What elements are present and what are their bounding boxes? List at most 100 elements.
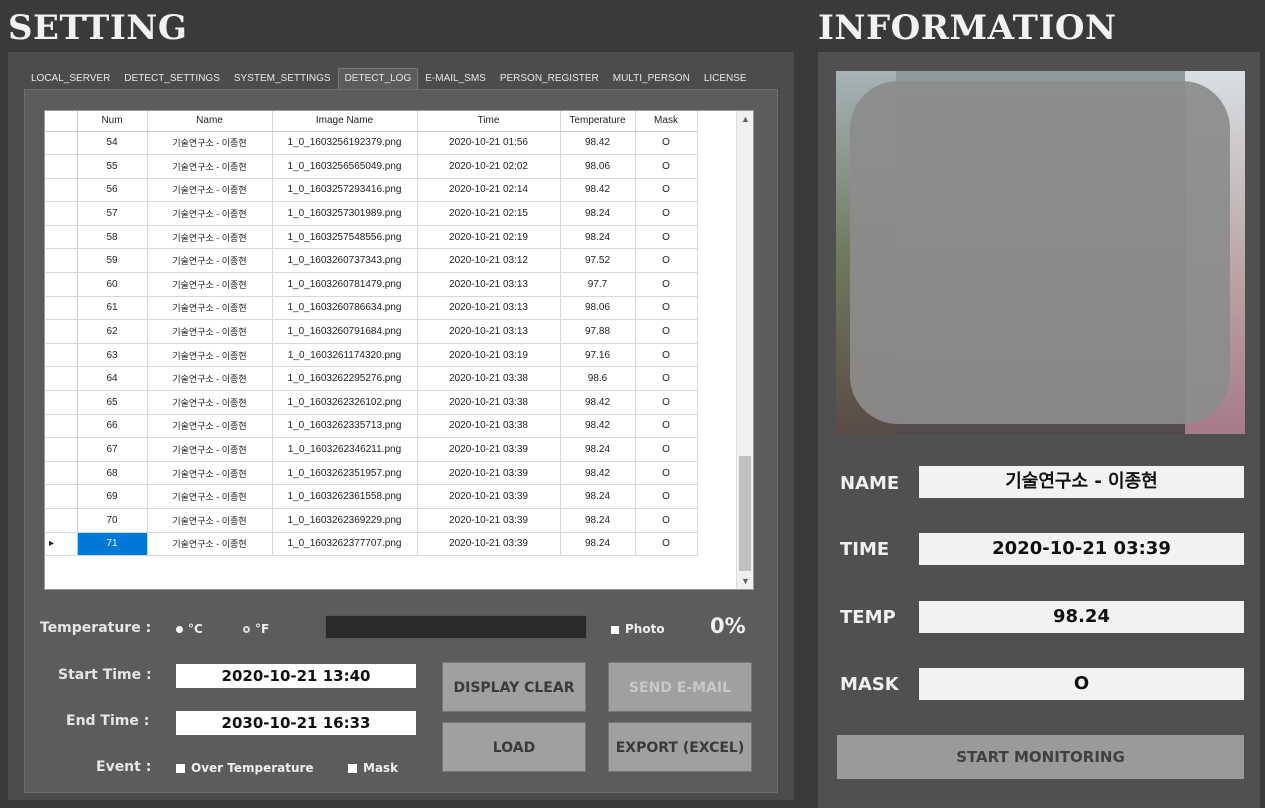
column-header-temperature[interactable]: Temperature xyxy=(560,111,636,132)
cell-mask[interactable]: O xyxy=(635,343,698,368)
cell-image-name[interactable]: 1_0_1603262335713.png xyxy=(272,414,418,439)
table-row[interactable]: 61 기술연구소 - 이종현 1_0_1603260786634.png 2020-1… xyxy=(45,296,698,321)
cell-num[interactable]: 63 xyxy=(77,343,148,368)
column-header-mask[interactable]: Mask xyxy=(635,111,698,132)
cell-num[interactable]: 65 xyxy=(77,390,148,415)
table-row[interactable]: 55 기술연구소 - 이종현 1_0_1603256565049.png 2020-1… xyxy=(45,154,698,179)
tab-license[interactable]: LICENSE xyxy=(697,68,754,90)
table-row[interactable]: 54 기술연구소 - 이종현 1_0_1603256192379.png 2020-1… xyxy=(45,131,698,156)
detect-log-table[interactable]: Num Name Image Name Time Temperature Mask 54 기… xyxy=(44,110,754,590)
cell-image-name[interactable]: 1_0_1603262326102.png xyxy=(272,390,418,415)
cell-name[interactable]: 기술연구소 - 이종현 xyxy=(147,390,273,415)
cell-num[interactable]: 56 xyxy=(77,178,148,203)
cell-mask[interactable]: O xyxy=(635,484,698,509)
row-header[interactable] xyxy=(45,131,78,156)
cell-temperature[interactable]: 98.06 xyxy=(560,154,636,179)
cell-temperature[interactable]: 98.42 xyxy=(560,131,636,156)
cell-mask[interactable]: O xyxy=(635,437,698,462)
row-header[interactable] xyxy=(45,319,78,344)
cell-image-name[interactable]: 1_0_1603260791684.png xyxy=(272,319,418,344)
cell-time[interactable]: 2020-10-21 03:39 xyxy=(417,437,561,462)
cell-mask[interactable]: O xyxy=(635,532,698,557)
cell-name[interactable]: 기술연구소 - 이종현 xyxy=(147,484,273,509)
cell-num[interactable]: 58 xyxy=(77,225,148,250)
cell-temperature[interactable]: 98.24 xyxy=(560,484,636,509)
table-row[interactable]: 56 기술연구소 - 이종현 1_0_1603257293416.png 2020-1… xyxy=(45,178,698,203)
row-header[interactable] xyxy=(45,414,78,439)
cell-time[interactable]: 2020-10-21 03:39 xyxy=(417,508,561,533)
row-header[interactable]: ▸ xyxy=(45,532,78,557)
row-header[interactable] xyxy=(45,484,78,509)
cell-temperature[interactable]: 98.42 xyxy=(560,461,636,486)
send-email-button[interactable]: SEND E-MAIL xyxy=(608,662,752,712)
cell-time[interactable]: 2020-10-21 03:39 xyxy=(417,532,561,557)
cell-name[interactable]: 기술연구소 - 이종현 xyxy=(147,366,273,392)
row-header[interactable] xyxy=(45,225,78,250)
cell-image-name[interactable]: 1_0_1603262346211.png xyxy=(272,437,418,462)
row-header[interactable] xyxy=(45,343,78,368)
row-header[interactable] xyxy=(45,178,78,203)
cell-time[interactable]: 2020-10-21 03:38 xyxy=(417,414,561,439)
cell-name[interactable]: 기술연구소 - 이종현 xyxy=(147,225,273,250)
table-row[interactable]: 66 기술연구소 - 이종현 1_0_1603262335713.png 2020-1… xyxy=(45,414,698,439)
row-header[interactable] xyxy=(45,437,78,462)
end-time-field[interactable]: 2030-10-21 16:33 xyxy=(176,711,416,735)
row-header[interactable] xyxy=(45,272,78,297)
cell-mask[interactable]: O xyxy=(635,461,698,486)
cell-num[interactable]: 68 xyxy=(77,461,148,486)
cell-time[interactable]: 2020-10-21 02:02 xyxy=(417,154,561,179)
cell-num[interactable]: 67 xyxy=(77,437,148,462)
cell-temperature[interactable]: 98.24 xyxy=(560,437,636,462)
table-row[interactable]: 69 기술연구소 - 이종현 1_0_1603262361558.png 2020-1… xyxy=(45,484,698,509)
cell-num[interactable]: 70 xyxy=(77,508,148,533)
cell-time[interactable]: 2020-10-21 03:12 xyxy=(417,248,561,274)
cell-name[interactable]: 기술연구소 - 이종현 xyxy=(147,248,273,274)
cell-temperature[interactable]: 97.88 xyxy=(560,319,636,344)
row-header[interactable] xyxy=(45,248,78,274)
cell-image-name[interactable]: 1_0_1603261174320.png xyxy=(272,343,418,368)
tab-detect-settings[interactable]: DETECT_SETTINGS xyxy=(117,68,227,90)
table-row[interactable]: 57 기술연구소 - 이종현 1_0_1603257301989.png 2020-1… xyxy=(45,201,698,226)
column-header-image-name[interactable]: Image Name xyxy=(272,111,418,132)
cell-temperature[interactable]: 98.24 xyxy=(560,508,636,533)
cell-name[interactable]: 기술연구소 - 이종현 xyxy=(147,461,273,486)
cell-image-name[interactable]: 1_0_1603260781479.png xyxy=(272,272,418,297)
cell-mask[interactable]: O xyxy=(635,131,698,156)
tab-local-server[interactable]: LOCAL_SERVER xyxy=(24,68,117,90)
table-row[interactable]: 64 기술연구소 - 이종현 1_0_1603262295276.png 2020-1… xyxy=(45,366,698,392)
cell-image-name[interactable]: 1_0_1603262361558.png xyxy=(272,484,418,509)
photo-checkbox[interactable]: Photo xyxy=(611,622,665,636)
cell-temperature[interactable]: 98.24 xyxy=(560,225,636,250)
table-scrollbar[interactable]: ▲ ▼ xyxy=(736,111,753,589)
cell-temperature[interactable]: 97.52 xyxy=(560,248,636,274)
cell-num[interactable]: 59 xyxy=(77,248,148,274)
table-row[interactable]: 63 기술연구소 - 이종현 1_0_1603261174320.png 2020-1… xyxy=(45,343,698,368)
cell-name[interactable]: 기술연구소 - 이종현 xyxy=(147,272,273,297)
cell-image-name[interactable]: 1_0_1603262369229.png xyxy=(272,508,418,533)
cell-name[interactable]: 기술연구소 - 이종현 xyxy=(147,532,273,557)
cell-mask[interactable]: O xyxy=(635,178,698,203)
celsius-radio[interactable]: °C xyxy=(176,622,203,636)
cell-mask[interactable]: O xyxy=(635,272,698,297)
cell-num[interactable]: 57 xyxy=(77,201,148,226)
row-header[interactable] xyxy=(45,508,78,533)
cell-num[interactable]: 64 xyxy=(77,366,148,392)
mask-checkbox[interactable]: Mask xyxy=(348,761,398,775)
cell-mask[interactable]: O xyxy=(635,414,698,439)
cell-image-name[interactable]: 1_0_1603262377707.png xyxy=(272,532,418,557)
cell-temperature[interactable]: 97.7 xyxy=(560,272,636,297)
cell-mask[interactable]: O xyxy=(635,508,698,533)
cell-mask[interactable]: O xyxy=(635,366,698,392)
cell-temperature[interactable]: 98.24 xyxy=(560,201,636,226)
cell-name[interactable]: 기술연구소 - 이종현 xyxy=(147,437,273,462)
display-clear-button[interactable]: DISPLAY CLEAR xyxy=(442,662,586,712)
cell-temperature[interactable]: 98.42 xyxy=(560,178,636,203)
tab-system-settings[interactable]: SYSTEM_SETTINGS xyxy=(227,68,338,90)
cell-num[interactable]: 61 xyxy=(77,296,148,321)
cell-name[interactable]: 기술연구소 - 이종현 xyxy=(147,508,273,533)
cell-mask[interactable]: O xyxy=(635,296,698,321)
start-monitoring-button[interactable]: START MONITORING xyxy=(837,735,1244,779)
cell-image-name[interactable]: 1_0_1603257548556.png xyxy=(272,225,418,250)
cell-name[interactable]: 기술연구소 - 이종현 xyxy=(147,178,273,203)
cell-temperature[interactable]: 97.16 xyxy=(560,343,636,368)
